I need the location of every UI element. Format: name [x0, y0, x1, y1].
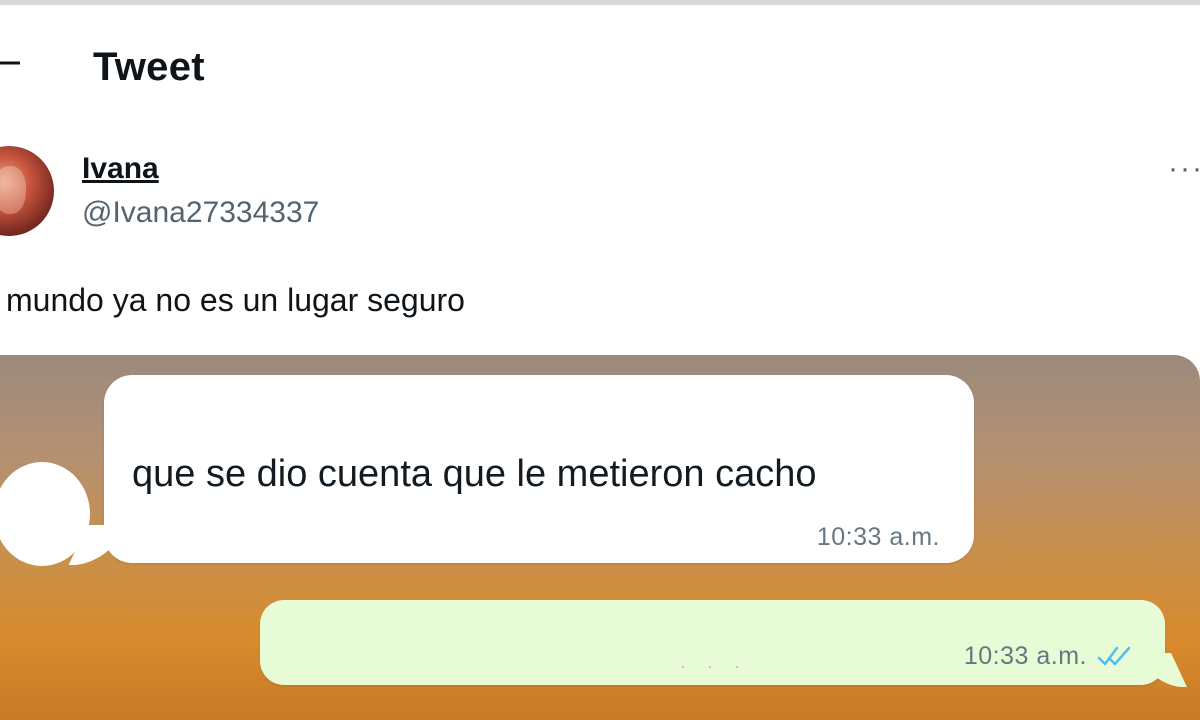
incoming-message-text: que se dio cuenta que le metieron cacho: [132, 453, 817, 495]
author-name[interactable]: Ivana: [82, 152, 159, 186]
avatar[interactable]: [0, 146, 54, 236]
redacted-text-dots: · · ·: [680, 656, 748, 676]
outgoing-message-time: 10:33 a.m.: [963, 642, 1087, 670]
tweet-header: Tweet: [0, 5, 1200, 115]
double-check-icon: [1097, 646, 1131, 666]
incoming-message-time: 10:33 a.m.: [816, 523, 940, 551]
more-button[interactable]: ···: [1168, 152, 1200, 185]
arrow-left-icon: [0, 61, 20, 65]
outgoing-message-bubble: · · · 10:33 a.m.: [260, 600, 1165, 685]
author-handle[interactable]: @Ivana27334337: [82, 196, 319, 230]
page-title: Tweet: [93, 45, 205, 89]
more-horizontal-icon: ···: [1168, 152, 1200, 185]
incoming-message-bubble: que se dio cuenta que le metieron cacho …: [104, 375, 974, 563]
tweet-text: mundo ya no es un lugar seguro: [6, 282, 465, 318]
back-button[interactable]: [0, 43, 30, 83]
